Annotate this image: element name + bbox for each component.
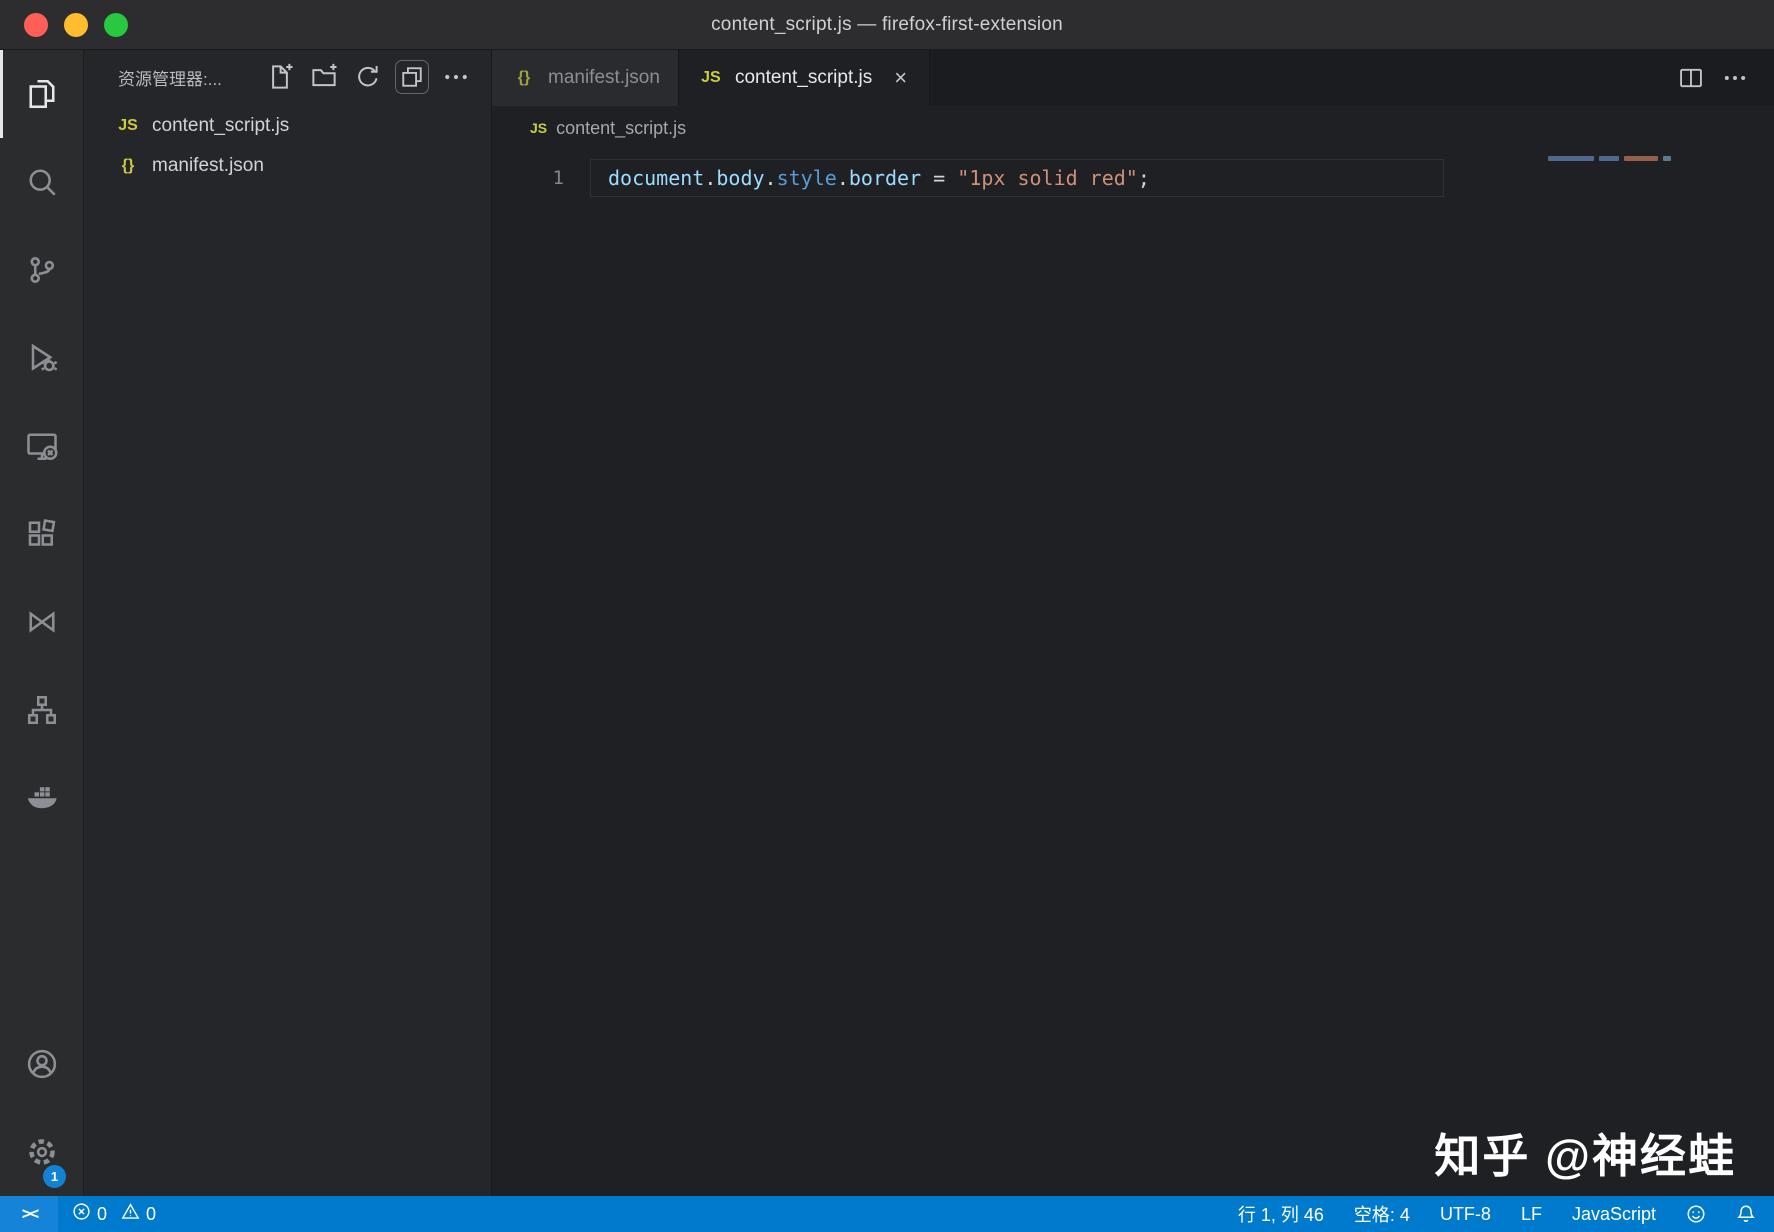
activity-item-source-control[interactable] [0,226,83,314]
eol-setting[interactable]: LF [1517,1196,1546,1232]
warning-count: 0 [146,1204,156,1225]
activity-item-explorer[interactable] [0,50,83,138]
tab-label: content_script.js [735,67,872,89]
activity-item-settings[interactable]: 1 [0,1108,83,1196]
split-editor-icon[interactable] [1674,61,1708,95]
activity-item-extension-a[interactable] [0,578,83,666]
cursor-position[interactable]: 行 1, 列 46 [1234,1196,1328,1232]
status-bar: >< 0 0 行 1, 列 46 空格: 4 UTF-8 LF JavaScri… [0,1196,1774,1232]
code-token: = [921,166,957,190]
activity-item-extensions[interactable] [0,490,83,578]
js-file-icon: JS [114,117,142,135]
breadcrumb-item-file[interactable]: JS content_script.js [530,118,686,139]
minimize-window-button[interactable] [64,13,88,37]
window-controls [24,0,128,49]
feedback-icon[interactable] [1682,1196,1710,1232]
minimap-code-line [1548,156,1671,161]
account-icon [24,1046,60,1082]
editor-more-actions-icon[interactable] [1718,61,1752,95]
activity-bar: 1 [0,50,84,1196]
search-icon [24,164,60,200]
notifications-bell-icon[interactable] [1732,1196,1760,1232]
code-token: . [837,166,849,190]
tab-label: manifest.json [548,67,660,89]
new-folder-button[interactable] [307,60,341,94]
extension-a-icon [24,604,60,640]
source-control-branch-icon [24,252,60,288]
close-window-button[interactable] [24,13,48,37]
indentation-setting[interactable]: 空格: 4 [1350,1196,1414,1232]
code-token: document [608,166,704,190]
new-file-button[interactable] [263,60,297,94]
tab-content-script-js[interactable]: JS content_script.js × [679,50,930,106]
warning-icon [121,1202,140,1226]
settings-badge: 1 [43,1165,66,1188]
activity-item-search[interactable] [0,138,83,226]
zoom-window-button[interactable] [104,13,128,37]
breadcrumb: JS content_script.js [492,106,1774,150]
js-file-icon: JS [697,69,725,87]
vscode-window: content_script.js — firefox-first-extens… [0,0,1774,1232]
window-title: content_script.js — firefox-first-extens… [711,14,1063,36]
status-bar-right: 行 1, 列 46 空格: 4 UTF-8 LF JavaScript [1234,1196,1774,1232]
code-token: border [849,166,921,190]
breadcrumb-label: content_script.js [556,118,686,139]
remote-icon: >< [22,1204,36,1224]
activity-item-docker[interactable] [0,754,83,842]
run-and-debug-icon [24,340,60,376]
explorer-title: 资源管理器:... [118,65,251,90]
editor-actions [1674,50,1774,106]
error-icon [72,1202,91,1226]
code-token: . [704,166,716,190]
code-token: ; [1138,166,1150,190]
titlebar: content_script.js — firefox-first-extens… [0,0,1774,50]
explorer-header: 资源管理器:... [84,50,491,104]
extensions-icon [24,516,60,552]
code-token: style [777,166,837,190]
code-token: "1px solid red" [957,166,1138,190]
js-file-icon: JS [530,120,547,136]
problems-status[interactable]: 0 0 [68,1196,168,1232]
close-tab-icon[interactable]: × [890,65,911,91]
file-name: content_script.js [152,115,289,137]
code-token: . [765,166,777,190]
docker-icon [24,780,60,816]
activity-item-run-debug[interactable] [0,314,83,402]
remote-explorer-icon [24,428,60,464]
file-item-content-script[interactable]: JS content_script.js [84,106,491,146]
explorer-sidebar: 资源管理器:... [84,50,492,1196]
minimap[interactable] [1546,150,1774,1196]
activity-item-extension-b[interactable] [0,666,83,754]
workbench: 1 资源管理器:... [0,50,1774,1196]
tab-manifest-json[interactable]: {} manifest.json [492,50,679,106]
code-line-content: document.body.style.border = "1px solid … [608,166,1150,190]
remote-indicator[interactable]: >< [0,1196,58,1232]
more-actions-icon[interactable] [439,60,473,94]
tab-strip: {} manifest.json JS content_script.js × [492,50,1774,106]
explorer-actions [263,60,473,94]
file-item-manifest[interactable]: {} manifest.json [84,146,491,186]
activity-item-remote-explorer[interactable] [0,402,83,490]
collapse-folders-button[interactable] [395,60,429,94]
language-mode[interactable]: JavaScript [1568,1196,1660,1232]
activity-item-accounts[interactable] [0,1020,83,1108]
code-token: body [716,166,764,190]
files-icon [24,76,60,112]
code-editor[interactable]: 1 document.body.style.border = "1px soli… [492,150,1774,1196]
encoding-setting[interactable]: UTF-8 [1436,1196,1495,1232]
explorer-file-list: JS content_script.js {} manifest.json [84,104,491,1196]
editor-group: {} manifest.json JS content_script.js × [492,50,1774,1196]
error-count: 0 [97,1204,107,1225]
file-name: manifest.json [152,155,264,177]
refresh-icon[interactable] [351,60,385,94]
activity-bar-spacer [0,842,83,1020]
line-number: 1 [492,167,564,189]
json-file-icon: {} [114,157,142,175]
json-file-icon: {} [510,69,538,87]
extension-b-icon [24,692,60,728]
